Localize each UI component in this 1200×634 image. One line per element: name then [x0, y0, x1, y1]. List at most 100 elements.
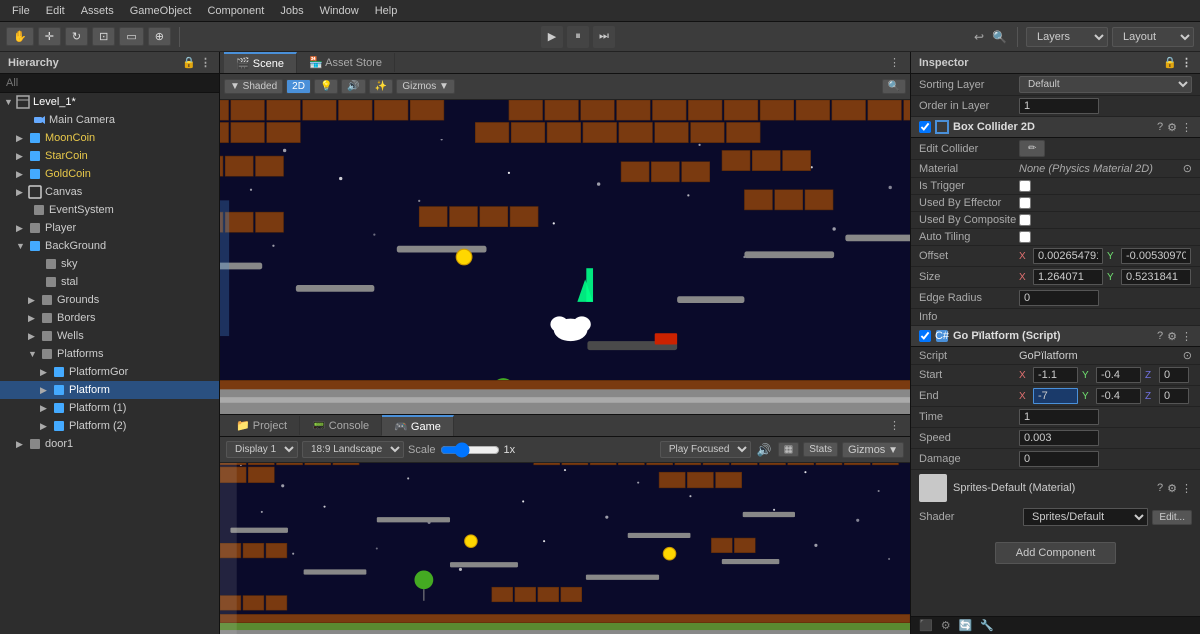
pause-button[interactable]: ⏸ — [567, 26, 589, 48]
material-more-icon[interactable]: ⋮ — [1181, 482, 1192, 495]
hierarchy-search[interactable] — [0, 74, 219, 93]
material-help-icon[interactable]: ? — [1157, 482, 1163, 495]
tree-item-platformgor[interactable]: ▶ PlatformGor — [0, 363, 219, 381]
start-x-input[interactable] — [1033, 367, 1078, 383]
play-focused-dropdown[interactable]: Play Focused — [660, 441, 751, 458]
speed-input[interactable] — [1019, 430, 1099, 446]
scale-slider[interactable] — [440, 443, 500, 457]
scene-audio-toggle[interactable]: 🔊 — [341, 79, 365, 94]
search-button[interactable]: 🔍 — [990, 28, 1009, 46]
tree-item-door1[interactable]: ▶ door1 — [0, 435, 219, 453]
tree-item-wells[interactable]: ▶ Wells — [0, 327, 219, 345]
start-y-input[interactable] — [1096, 367, 1141, 383]
menu-edit[interactable]: Edit — [38, 3, 73, 19]
scene-2d-toggle[interactable]: 2D — [286, 79, 311, 94]
console-tab[interactable]: 📟 Console — [300, 416, 382, 435]
tree-item-sky[interactable]: sky — [0, 255, 219, 273]
undo-button[interactable]: ↩ — [972, 28, 986, 46]
tree-item-platform-selected[interactable]: ▶ Platform — [0, 381, 219, 399]
game-aspect-dropdown[interactable]: 18:9 Landscape — [302, 441, 404, 458]
script-enabled-checkbox[interactable] — [919, 330, 931, 342]
game-display-dropdown[interactable]: Display 1 — [226, 441, 298, 458]
tree-item-mooncoin[interactable]: ▶ MoonCoin — [0, 129, 219, 147]
rect-tool-button[interactable]: ▭ — [119, 27, 143, 46]
is-trigger-checkbox[interactable] — [1019, 180, 1031, 192]
resolution-btn[interactable]: ▦ — [778, 442, 799, 457]
used-by-composite-checkbox[interactable] — [1019, 214, 1031, 226]
move-tool-button[interactable]: ✛ — [38, 27, 61, 46]
tree-item-player[interactable]: ▶ Player — [0, 219, 219, 237]
component-more-icon[interactable]: ⋮ — [1181, 121, 1192, 134]
add-component-button[interactable]: Add Component — [995, 542, 1117, 564]
tree-item-eventsystem[interactable]: EventSystem — [0, 201, 219, 219]
material-pick-icon[interactable]: ⊙ — [1183, 162, 1192, 175]
size-x-input[interactable] — [1033, 269, 1103, 285]
tree-item-grounds[interactable]: ▶ Grounds — [0, 291, 219, 309]
menu-gameobject[interactable]: GameObject — [122, 3, 200, 19]
inspector-more-icon[interactable]: ⋮ — [1181, 56, 1192, 69]
tree-item-stal[interactable]: stal — [0, 273, 219, 291]
tree-item-level1[interactable]: ▼ Level_1* — [0, 93, 219, 111]
start-z-input[interactable] — [1159, 367, 1189, 383]
menu-window[interactable]: Window — [312, 3, 367, 19]
damage-input[interactable] — [1019, 451, 1099, 467]
tree-item-maincam[interactable]: Main Camera — [0, 111, 219, 129]
menu-help[interactable]: Help — [367, 3, 406, 19]
tree-item-canvas[interactable]: ▶ Canvas — [0, 183, 219, 201]
script-pick-icon[interactable]: ⊙ — [1183, 349, 1192, 362]
sorting-layer-dropdown[interactable]: Default — [1019, 76, 1192, 93]
status-icon-1[interactable]: ⬛ — [919, 619, 933, 632]
menu-component[interactable]: Component — [199, 3, 272, 19]
tree-item-platforms[interactable]: ▼ Platforms — [0, 345, 219, 363]
tree-item-starcoin[interactable]: ▶ StarCoin — [0, 147, 219, 165]
scene-search[interactable]: 🔍 — [882, 79, 906, 94]
stats-button[interactable]: Stats — [803, 442, 838, 457]
order-in-layer-input[interactable] — [1019, 98, 1099, 114]
menu-file[interactable]: File — [4, 3, 38, 19]
offset-x-input[interactable] — [1033, 248, 1103, 264]
layers-dropdown[interactable]: Layers — [1026, 27, 1108, 47]
size-y-input[interactable] — [1121, 269, 1191, 285]
script-more-icon[interactable]: ⋮ — [1181, 330, 1192, 343]
used-by-effector-checkbox[interactable] — [1019, 197, 1031, 209]
project-tab[interactable]: 📁 Project — [224, 416, 300, 435]
step-button[interactable]: ⏭ — [593, 26, 615, 48]
auto-tiling-checkbox[interactable] — [1019, 231, 1031, 243]
scene-draw-mode[interactable]: ▼ Shaded — [224, 79, 283, 94]
more-icon[interactable]: ⋮ — [200, 56, 211, 69]
offset-y-input[interactable] — [1121, 248, 1191, 264]
asset-store-tab[interactable]: 🏪 Asset Store — [297, 53, 395, 72]
status-icon-3[interactable]: 🔄 — [959, 619, 973, 632]
layout-dropdown[interactable]: Layout — [1112, 27, 1194, 47]
shader-edit-button[interactable]: Edit... — [1152, 510, 1192, 525]
scene-lighting-toggle[interactable]: 💡 — [314, 79, 338, 94]
script-settings-icon[interactable]: ⚙ — [1167, 330, 1177, 343]
menu-assets[interactable]: Assets — [73, 3, 122, 19]
shader-dropdown[interactable]: Sprites/Default — [1023, 508, 1148, 526]
game-tab[interactable]: 🎮 Game — [382, 415, 454, 436]
scene-more-icon[interactable]: ⋮ — [883, 56, 906, 69]
status-icon-2[interactable]: ⚙ — [941, 619, 951, 632]
box-collider-enabled-checkbox[interactable] — [919, 121, 931, 133]
gizmos-button[interactable]: Gizmos ▼ — [842, 442, 904, 458]
time-input[interactable] — [1019, 409, 1099, 425]
lock-icon[interactable]: 🔒 — [182, 56, 196, 69]
tree-item-platform1[interactable]: ▶ Platform (1) — [0, 399, 219, 417]
tree-item-goldcoin[interactable]: ▶ GoldCoin — [0, 165, 219, 183]
menu-jobs[interactable]: Jobs — [272, 3, 311, 19]
scene-gizmos-toggle[interactable]: Gizmos ▼ — [396, 79, 455, 94]
lock-icon[interactable]: 🔒 — [1163, 56, 1177, 69]
play-button[interactable]: ▶ — [541, 26, 563, 48]
rotate-tool-button[interactable]: ↻ — [65, 27, 88, 46]
component-settings-icon[interactable]: ⚙ — [1167, 121, 1177, 134]
end-z-input[interactable] — [1159, 388, 1189, 404]
audio-toggle[interactable]: 🔊 — [755, 441, 774, 459]
tree-item-borders[interactable]: ▶ Borders — [0, 309, 219, 327]
script-help-icon[interactable]: ? — [1157, 330, 1163, 343]
tree-item-platform2[interactable]: ▶ Platform (2) — [0, 417, 219, 435]
component-help-icon[interactable]: ? — [1157, 121, 1163, 134]
end-x-input[interactable] — [1033, 388, 1078, 404]
hand-tool-button[interactable]: ✋ — [6, 27, 34, 46]
material-settings-icon[interactable]: ⚙ — [1167, 482, 1177, 495]
transform-tool-button[interactable]: ⊕ — [148, 27, 171, 46]
